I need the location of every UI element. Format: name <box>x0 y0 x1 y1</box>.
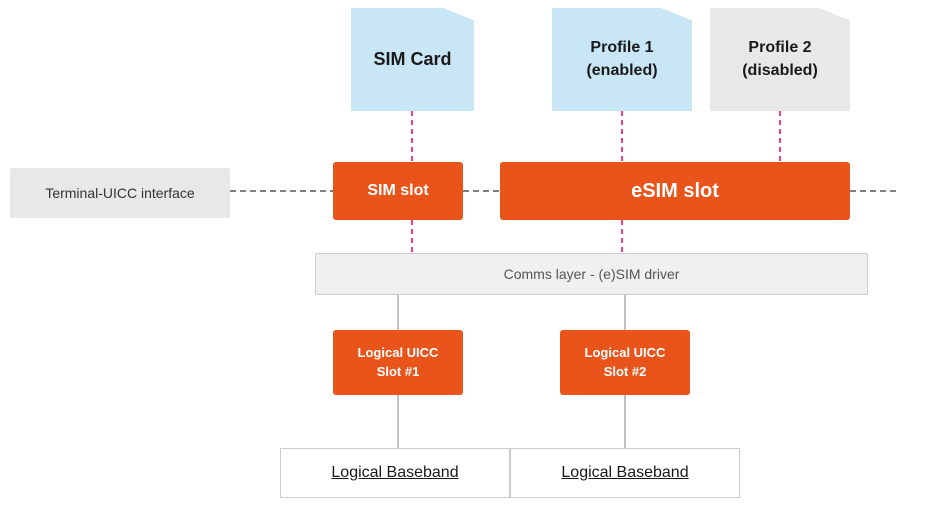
comms-layer-box: Comms layer - (e)SIM driver <box>315 253 868 295</box>
profile2-box: Profile 2(disabled) <box>710 8 850 111</box>
profile1-box: Profile 1(enabled) <box>552 8 692 111</box>
logical-baseband2-label: Logical Baseband <box>561 464 688 482</box>
logical-baseband1-label: Logical Baseband <box>331 464 458 482</box>
logical-uicc1-label: Logical UICCSlot #1 <box>358 344 439 380</box>
terminal-uicc-box: Terminal-UICC interface <box>10 168 230 218</box>
comms-layer-label: Comms layer - (e)SIM driver <box>504 266 680 282</box>
terminal-uicc-label: Terminal-UICC interface <box>45 185 194 201</box>
logical-baseband2-box: Logical Baseband <box>510 448 740 498</box>
logical-uicc1-box: Logical UICCSlot #1 <box>333 330 463 395</box>
logical-uicc2-label: Logical UICCSlot #2 <box>585 344 666 380</box>
logical-uicc2-box: Logical UICCSlot #2 <box>560 330 690 395</box>
esim-slot-label: eSIM slot <box>631 180 719 203</box>
sim-card-label: SIM Card <box>373 48 451 71</box>
sim-slot-box: SIM slot <box>333 162 463 220</box>
sim-card-box: SIM Card <box>351 8 474 111</box>
logical-baseband1-box: Logical Baseband <box>280 448 510 498</box>
diagram-container: SIM Card Profile 1(enabled) Profile 2(di… <box>0 0 935 519</box>
sim-slot-label: SIM slot <box>367 182 428 200</box>
esim-slot-box: eSIM slot <box>500 162 850 220</box>
profile2-label: Profile 2(disabled) <box>742 37 818 82</box>
profile1-label: Profile 1(enabled) <box>586 37 657 82</box>
